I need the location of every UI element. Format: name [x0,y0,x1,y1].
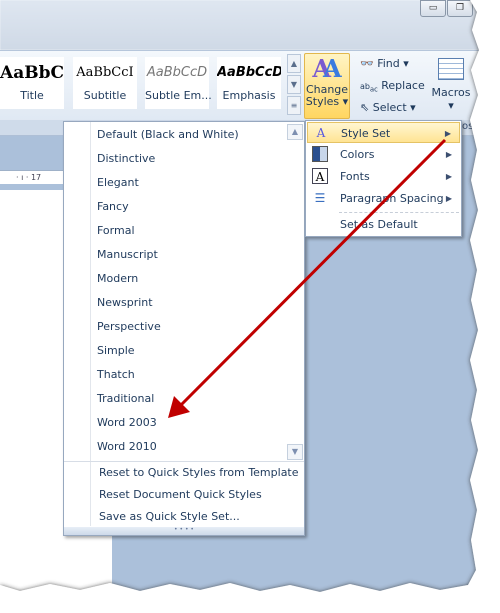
replace-icon: abac [360,82,378,94]
replace-label: Replace [381,79,425,92]
change-styles-button[interactable]: AA Change Styles ▾ [304,53,350,119]
reset-to-template-item[interactable]: Reset to Quick Styles from Template [99,462,299,484]
fonts-menu-item[interactable]: A Fonts ▶ [307,166,460,187]
menu-label: Colors [340,148,375,161]
submenu-arrow-icon: ▶ [445,194,452,203]
scroll-up-arrow-icon[interactable]: ▲ [287,124,303,140]
style-label: Subtitle [83,89,127,102]
style-set-item-elegant[interactable]: Elegant [97,172,139,194]
menu-label: Style Set [341,127,391,140]
style-set-item-word-2010[interactable]: Word 2010 [97,436,157,458]
restore-button[interactable]: ❐ [447,0,473,17]
fonts-icon: A [312,168,328,184]
menu-label: Fonts [340,170,370,183]
macros-icon [438,58,464,80]
style-preview: AaBbCcI [76,65,134,80]
style-set-item-traditional[interactable]: Traditional [97,388,154,410]
menu-label: Paragraph Spacing [340,192,444,205]
style-set-item-perspective[interactable]: Perspective [97,316,161,338]
menu-scrollbar[interactable]: ▲ ▼ [287,124,303,460]
colors-icon [312,146,328,162]
reset-document-styles-item[interactable]: Reset Document Quick Styles [99,484,262,506]
binoculars-icon: 👓 [360,57,374,70]
macros-group-label: os [462,121,474,132]
style-set-item-default[interactable]: Default (Black and White) [97,124,239,146]
style-set-menu: Default (Black and White) Distinctive El… [63,121,305,536]
gallery-scroll-up[interactable]: ▲ [287,54,301,73]
menu-separator [339,212,459,213]
change-styles-icon: AA [312,54,342,83]
select-label: Select [372,101,407,114]
style-subtle-emphasis[interactable]: AaBbCcD Subtle Em... [145,57,212,109]
minimize-button[interactable]: ▭ [420,0,446,17]
find-label: Find [377,57,400,70]
style-set-item-modern[interactable]: Modern [97,268,138,290]
change-styles-menu: A Style Set ▶ Colors ▶ A Fonts ▶ ☰ Paragraph S… [305,120,462,237]
colors-menu-item[interactable]: Colors ▶ [307,144,460,165]
macros-button[interactable]: Macros ▾ [429,54,473,118]
title-bar [0,0,480,50]
ruler-text: · ı · 17 [16,173,42,182]
change-styles-label: Styles [305,95,340,108]
menu-label: Set as Default [340,218,418,231]
style-set-item-manuscript[interactable]: Manuscript [97,244,158,266]
style-set-item-distinctive[interactable]: Distinctive [97,148,155,170]
gallery-scroll-down[interactable]: ▼ [287,75,301,94]
submenu-arrow-icon: ▶ [444,129,451,138]
find-button[interactable]: 👓 Find ▾ [360,54,409,74]
style-label: Title [20,89,44,102]
paragraph-spacing-icon: ☰ [314,191,326,205]
macros-label: Macros [431,86,471,99]
style-label: Subtle Em... [145,89,212,102]
style-set-item-formal[interactable]: Formal [97,220,135,242]
style-set-menu-item[interactable]: A Style Set ▶ [307,122,460,143]
replace-button[interactable]: abac Replace [360,76,425,96]
style-set-item-fancy[interactable]: Fancy [97,196,129,218]
submenu-arrow-icon: ▶ [445,150,452,159]
style-preview: AaBbC [0,63,64,83]
style-emphasis[interactable]: AaBbCcD Emphasis [217,57,281,109]
menu-gutter [64,122,91,462]
scroll-down-arrow-icon[interactable]: ▼ [287,444,303,460]
style-set-item-simple[interactable]: Simple [97,340,135,362]
style-set-item-thatch[interactable]: Thatch [97,364,135,386]
style-title[interactable]: AaBbC Title [0,57,64,109]
paragraph-spacing-menu-item[interactable]: ☰ Paragraph Spacing ▶ [307,188,460,209]
style-subtitle[interactable]: AaBbCcI Subtitle [73,57,137,109]
style-preview: AaBbCcD [217,65,281,80]
style-label: Emphasis [222,89,276,102]
cursor-icon: ⇖ [360,101,370,114]
style-set-icon: A [316,126,326,140]
save-style-set-item[interactable]: Save as Quick Style Set... [99,506,240,528]
resize-grip[interactable]: • • • • [64,527,304,535]
style-set-item-word-2003[interactable]: Word 2003 [97,412,157,434]
menu-gutter [64,462,91,526]
select-button[interactable]: ⇖ Select ▾ [360,98,416,118]
gallery-more[interactable]: ≡ [287,96,301,115]
submenu-arrow-icon: ▶ [445,172,452,181]
style-set-item-newsprint[interactable]: Newsprint [97,292,153,314]
style-preview: AaBbCcD [146,65,208,80]
set-as-default-menu-item[interactable]: Set as Default [307,214,460,235]
